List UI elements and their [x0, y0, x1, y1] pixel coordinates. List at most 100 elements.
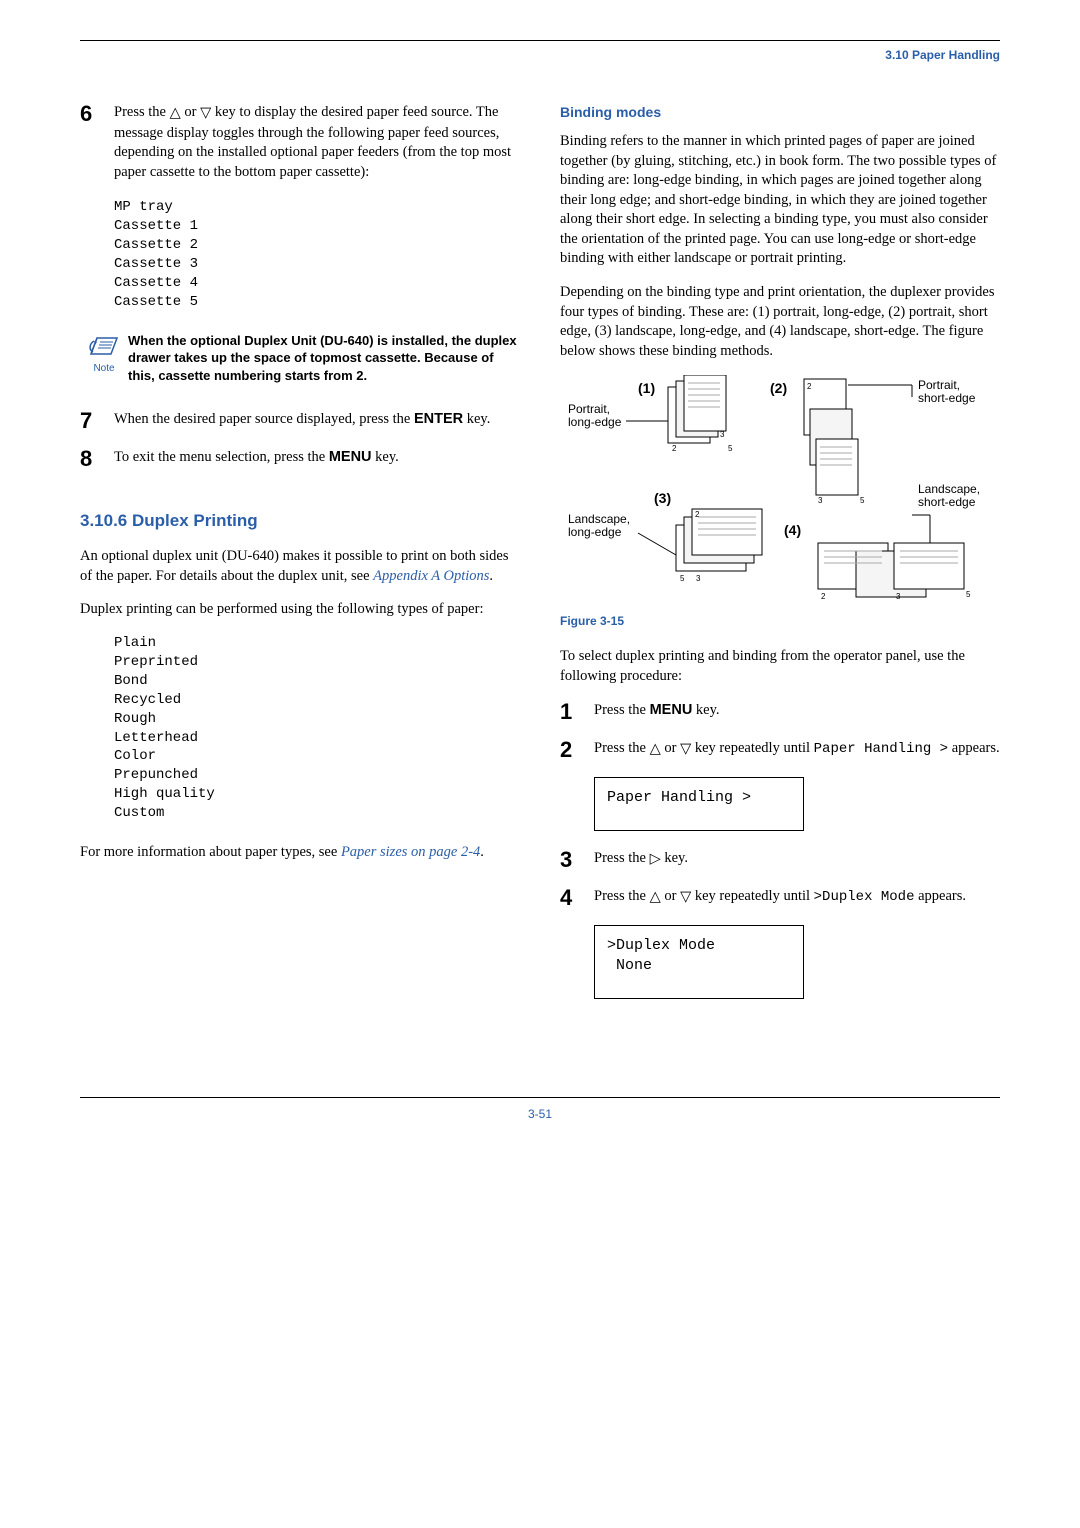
- mono-text: >Duplex Mode: [814, 889, 915, 905]
- key-name: MENU: [650, 702, 693, 718]
- step-number: 6: [80, 103, 114, 125]
- text: To exit the menu selection, press the: [114, 449, 329, 465]
- step-number: 4: [560, 887, 594, 909]
- mono-text: Paper Handling >: [814, 741, 948, 757]
- step-number: 2: [560, 739, 594, 761]
- text: .: [480, 844, 484, 860]
- note-text: When the optional Duplex Unit (DU-640) i…: [128, 332, 520, 385]
- diagram-num-2: (2): [770, 380, 787, 396]
- text: key.: [463, 411, 490, 427]
- lcd-display: >Duplex Mode None: [594, 925, 804, 1000]
- right-column: Binding modes Binding refers to the mann…: [560, 103, 1000, 1017]
- step-number: 7: [80, 410, 114, 432]
- footer: 3-51: [80, 1097, 1000, 1122]
- section-heading: 3.10.6 Duplex Printing: [80, 510, 520, 533]
- diagram-label-1: Portrait,long-edge: [568, 402, 622, 429]
- text: appears.: [914, 888, 966, 904]
- key-name: MENU: [329, 449, 372, 465]
- svg-text:5: 5: [860, 496, 865, 505]
- step-number: 3: [560, 849, 594, 871]
- step-7: 7 When the desired paper source displaye…: [80, 410, 520, 432]
- svg-text:5: 5: [680, 574, 685, 583]
- step-body: To exit the menu selection, press the ME…: [114, 448, 520, 468]
- paragraph: An optional duplex unit (DU-640) makes i…: [80, 547, 520, 586]
- step-4: 4 Press the △ or ▽ key repeatedly until …: [560, 887, 1000, 909]
- svg-text:3: 3: [896, 592, 901, 601]
- triangle-up-icon: △: [650, 740, 661, 760]
- step-number: 1: [560, 701, 594, 723]
- lcd-display: Paper Handling >: [594, 777, 804, 831]
- step-body: Press the ▷ key.: [594, 849, 1000, 870]
- svg-text:3: 3: [696, 574, 701, 583]
- feed-source-list: MP tray Cassette 1 Cassette 2 Cassette 3…: [114, 198, 520, 311]
- step-3: 3 Press the ▷ key.: [560, 849, 1000, 871]
- note-block: Note When the optional Duplex Unit (DU-6…: [80, 332, 520, 385]
- triangle-down-icon: ▽: [200, 104, 211, 124]
- key-name: ENTER: [414, 411, 463, 427]
- diagram-label-2: Portrait,short-edge: [918, 378, 976, 405]
- text: For more information about paper types, …: [80, 844, 341, 860]
- text: key repeatedly until: [691, 740, 813, 756]
- text: key.: [661, 850, 688, 866]
- binding-diagram: (1) 2 3 5 Portrait,long-edge: [560, 375, 1000, 605]
- step-number: 8: [80, 448, 114, 470]
- svg-text:5: 5: [966, 590, 971, 599]
- note-label: Note: [80, 362, 128, 376]
- diagram-num-4: (4): [784, 522, 801, 538]
- header-rule: [80, 40, 1000, 41]
- triangle-up-icon: △: [650, 888, 661, 908]
- header-section: 3.10 Paper Handling: [80, 47, 1000, 63]
- link-paper-sizes[interactable]: Paper sizes on page 2-4: [341, 844, 480, 860]
- step-body: Press the △ or ▽ key repeatedly until Pa…: [594, 739, 1000, 760]
- svg-text:2: 2: [695, 510, 700, 519]
- text: Press the: [594, 702, 650, 718]
- svg-text:3: 3: [720, 430, 725, 439]
- text: or: [661, 888, 680, 904]
- step-body: When the desired paper source displayed,…: [114, 410, 520, 430]
- step-body: Press the △ or ▽ key repeatedly until >D…: [594, 887, 1000, 908]
- page-number: 3-51: [528, 1107, 552, 1121]
- step-body: Press the △ or ▽ key to display the desi…: [114, 103, 520, 182]
- paragraph: Duplex printing can be performed using t…: [80, 600, 520, 620]
- paragraph: Depending on the binding type and print …: [560, 283, 1000, 361]
- text: Press the: [594, 888, 650, 904]
- triangle-down-icon: ▽: [680, 888, 691, 908]
- paragraph: Binding refers to the manner in which pr…: [560, 132, 1000, 269]
- text: Press the: [594, 850, 650, 866]
- svg-text:2: 2: [821, 592, 826, 601]
- text: or: [181, 104, 200, 120]
- svg-text:2: 2: [672, 444, 677, 453]
- columns: 6 Press the △ or ▽ key to display the de…: [80, 103, 1000, 1017]
- text: Press the: [594, 740, 650, 756]
- svg-text:5: 5: [728, 444, 733, 453]
- text: key repeatedly until: [691, 888, 813, 904]
- paragraph: To select duplex printing and binding fr…: [560, 647, 1000, 686]
- text: When the desired paper source displayed,…: [114, 411, 414, 427]
- triangle-down-icon: ▽: [680, 740, 691, 760]
- diagram-num-1: (1): [638, 380, 655, 396]
- svg-text:2: 2: [807, 382, 812, 391]
- text: or: [661, 740, 680, 756]
- paper-type-list: Plain Preprinted Bond Recycled Rough Let…: [114, 634, 520, 823]
- step-6: 6 Press the △ or ▽ key to display the de…: [80, 103, 520, 182]
- triangle-right-icon: ▷: [650, 850, 661, 870]
- diagram-num-3: (3): [654, 490, 671, 506]
- step-body: Press the MENU key.: [594, 701, 1000, 721]
- page: 3.10 Paper Handling 6 Press the △ or ▽ k…: [0, 0, 1080, 1153]
- subheading-binding-modes: Binding modes: [560, 103, 1000, 122]
- text: appears.: [948, 740, 1000, 756]
- figure-caption: Figure 3-15: [560, 613, 1000, 629]
- diagram-label-3: Landscape,long-edge: [568, 512, 630, 539]
- diagram-label-4: Landscape,short-edge: [918, 482, 980, 509]
- text: .: [489, 568, 493, 584]
- text: Press the: [114, 104, 170, 120]
- link-appendix-a[interactable]: Appendix A Options: [373, 568, 489, 584]
- note-icon: Note: [80, 332, 128, 376]
- svg-text:3: 3: [818, 496, 823, 505]
- paragraph: For more information about paper types, …: [80, 843, 520, 863]
- left-column: 6 Press the △ or ▽ key to display the de…: [80, 103, 520, 1017]
- step-8: 8 To exit the menu selection, press the …: [80, 448, 520, 470]
- step-1: 1 Press the MENU key.: [560, 701, 1000, 723]
- text: key.: [372, 449, 399, 465]
- triangle-up-icon: △: [170, 104, 181, 124]
